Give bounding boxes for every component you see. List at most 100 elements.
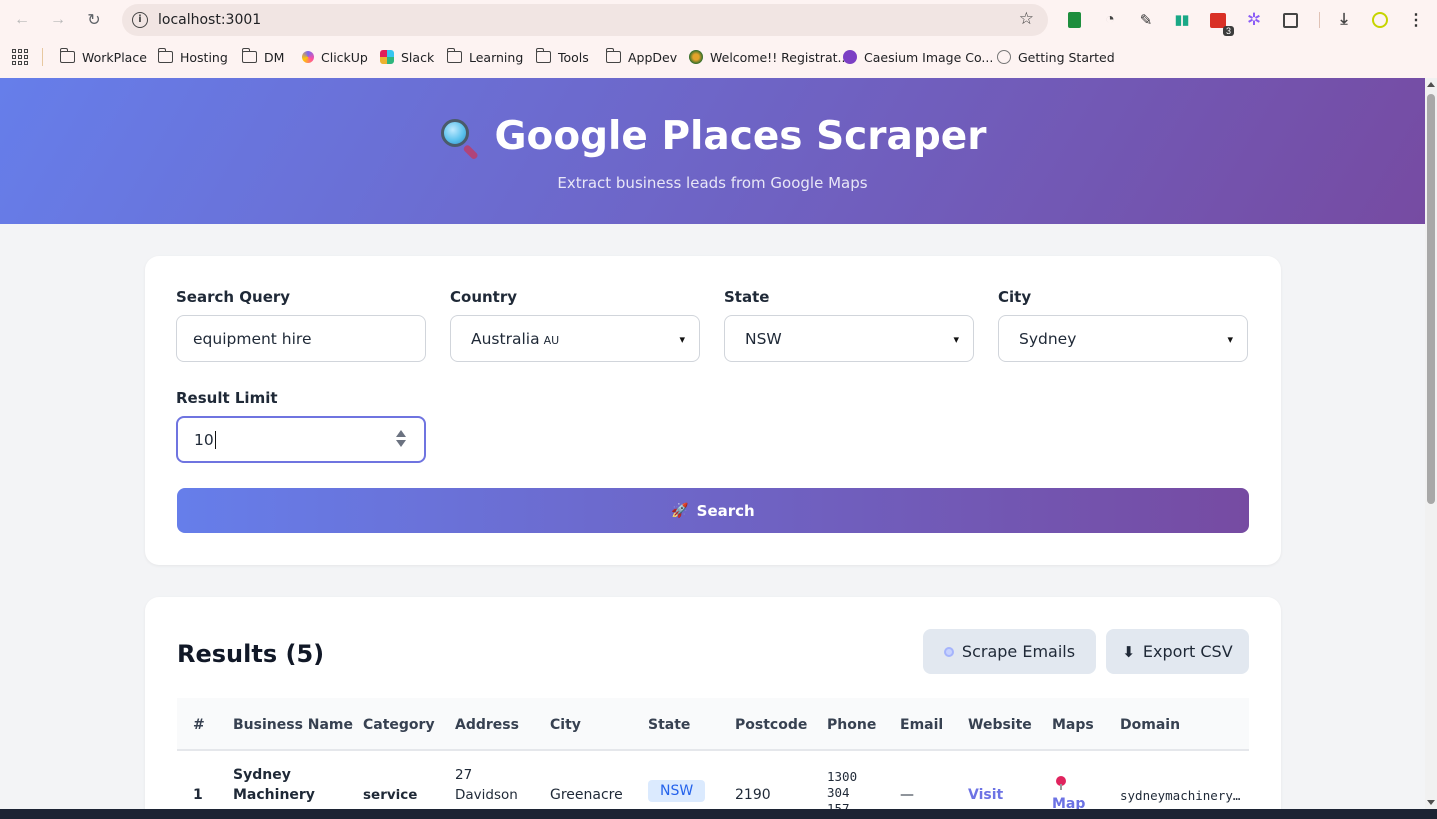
column-header-maps[interactable]: Maps	[1052, 717, 1094, 733]
bookmark-label: Welcome!! Registrat...	[710, 49, 850, 65]
postcode: 2190	[735, 787, 771, 803]
calendar-extension-icon[interactable]: 3	[1208, 10, 1234, 36]
getting-started-icon	[997, 50, 1011, 64]
search-button[interactable]: 🚀 Search	[177, 488, 1249, 533]
folder-icon	[59, 48, 75, 63]
country-select[interactable]: Australia AU ▾	[450, 315, 700, 362]
bookmark-label: Tools	[558, 49, 589, 65]
country-code: AU	[543, 333, 560, 347]
bookmark-tools[interactable]: Tools	[535, 48, 589, 66]
city-select[interactable]: Sydney ▾	[998, 315, 1248, 362]
column-header-website[interactable]: Website	[968, 717, 1032, 733]
stepper-up-icon[interactable]	[396, 430, 406, 437]
export-csv-label: Export CSV	[1142, 642, 1233, 661]
state-label: State	[724, 288, 770, 306]
profile-icon[interactable]	[1370, 10, 1390, 30]
os-taskbar	[0, 809, 1437, 819]
bookmark-label: WorkPlace	[82, 49, 147, 65]
bookmark-label: DM	[264, 49, 285, 65]
menu-kebab-icon[interactable]: ⋮	[1406, 10, 1426, 30]
chevron-down-icon: ▾	[953, 333, 959, 346]
stepper-down-icon[interactable]	[396, 440, 406, 447]
number-stepper[interactable]	[396, 430, 406, 447]
chevron-down-icon: ▾	[679, 333, 685, 346]
export-csv-button[interactable]: ⬇ Export CSV	[1106, 629, 1249, 674]
map-pin-icon	[1056, 776, 1066, 790]
bookmark-dm[interactable]: DM	[241, 48, 285, 66]
search-query-input[interactable]: equipment hire	[176, 315, 426, 362]
puzzle-extensions-icon[interactable]	[1280, 10, 1300, 30]
highlighter-extension-icon[interactable]: ✎	[1136, 10, 1156, 30]
scroll-down-icon[interactable]	[1427, 800, 1435, 805]
extension-badge: 3	[1222, 26, 1234, 36]
forward-icon[interactable]: →	[46, 8, 70, 32]
download-arrow-icon: ⬇	[1122, 642, 1135, 661]
column-header-state[interactable]: State	[648, 717, 690, 733]
state-select[interactable]: NSW ▾	[724, 315, 974, 362]
page-scrollbar[interactable]	[1425, 78, 1437, 809]
apps-grid-icon[interactable]	[12, 49, 28, 65]
column-header-address[interactable]: Address	[455, 717, 519, 733]
column-header-category[interactable]: Category	[363, 717, 435, 733]
bookmark-clickup[interactable]: ClickUp	[302, 48, 368, 66]
magnifying-glass-icon	[439, 117, 479, 160]
phone: 157	[827, 801, 850, 809]
gear-extension-icon[interactable]: ✲	[1244, 10, 1264, 30]
city-value: Sydney	[1019, 329, 1077, 348]
sheets-extension-icon[interactable]	[1064, 10, 1084, 30]
clickup-icon	[302, 51, 314, 63]
back-icon[interactable]: ←	[10, 8, 34, 32]
bookmark-appdev[interactable]: AppDev	[605, 48, 677, 66]
search-button-label: Search	[696, 501, 755, 520]
column-header-phone[interactable]: Phone	[827, 717, 876, 733]
country-label: Country	[450, 288, 518, 306]
business-name: Sydney	[233, 767, 291, 783]
scrape-emails-button[interactable]: Scrape Emails	[923, 629, 1096, 674]
column-header-postcode[interactable]: Postcode	[735, 717, 807, 733]
download-icon[interactable]: ⤓	[1334, 10, 1354, 30]
column-header-email[interactable]: Email	[900, 717, 943, 733]
results-title: Results (5)	[177, 640, 325, 668]
scroll-up-icon[interactable]	[1427, 82, 1435, 87]
column-header-domain[interactable]: Domain	[1120, 717, 1180, 733]
map-link[interactable]: Map	[1052, 796, 1085, 809]
scroll-thumb[interactable]	[1427, 94, 1435, 504]
site-info-icon[interactable]: i	[132, 12, 148, 28]
column-header-business-name[interactable]: Business Name	[233, 717, 353, 733]
reload-icon[interactable]: ↻	[82, 8, 106, 32]
bookmark-hosting[interactable]: Hosting	[157, 48, 228, 66]
bookmark-learning[interactable]: Learning	[446, 48, 523, 66]
bookmark-slack[interactable]: Slack	[380, 48, 434, 66]
bookmark-label: ClickUp	[321, 49, 368, 65]
website-link[interactable]: Visit	[968, 787, 1003, 803]
bookmark-star-icon[interactable]: ☆	[1019, 9, 1034, 29]
bookmark-caesium[interactable]: Caesium Image Co...	[843, 48, 993, 66]
address-bar[interactable]: i localhost:3001 ☆	[122, 4, 1048, 36]
folder-icon	[241, 48, 257, 63]
column-header-index[interactable]: #	[193, 717, 205, 733]
country-field: Country Australia AU ▾	[450, 288, 700, 362]
row-index: 1	[193, 787, 203, 803]
result-limit-field: Result Limit 10	[176, 389, 426, 463]
result-limit-input[interactable]: 10	[176, 416, 426, 463]
state-value: NSW	[745, 329, 782, 348]
table-row: 1 Sydney Machinery service 27 Davidson G…	[177, 751, 1249, 809]
url-text[interactable]: localhost:3001	[158, 12, 261, 28]
bookmark-welcome[interactable]: Welcome!! Registrat...	[689, 48, 849, 66]
business-name: Machinery	[233, 787, 315, 803]
bookmark-getting-started[interactable]: Getting Started	[997, 48, 1115, 66]
folder-icon	[446, 48, 462, 63]
folder-icon	[605, 48, 621, 63]
bars-extension-icon[interactable]: ▮▮	[1172, 10, 1192, 30]
country-value: Australia	[471, 329, 540, 348]
phone: 1300	[827, 769, 858, 784]
refresh-extension-icon[interactable]: ◔	[1100, 10, 1120, 30]
city-field: City Sydney ▾	[998, 288, 1248, 362]
search-form-card: Search Query equipment hire Country Aust…	[145, 256, 1281, 565]
toolbar-separator	[1319, 12, 1320, 28]
column-header-city[interactable]: City	[550, 717, 581, 733]
search-query-label: Search Query	[176, 288, 291, 306]
chevron-down-icon: ▾	[1227, 333, 1233, 346]
bookmark-workplace[interactable]: WorkPlace	[59, 48, 147, 66]
bookmarks-bar: WorkPlace Hosting DM ClickUp Slack Learn…	[0, 44, 1437, 70]
